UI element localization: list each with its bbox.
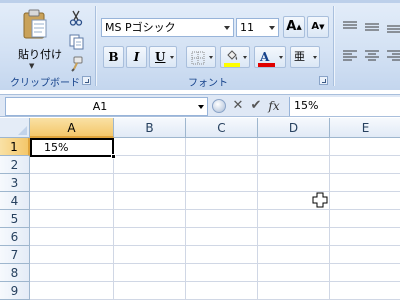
select-all-corner[interactable] [0,118,30,138]
underline-button[interactable]: U [149,46,177,68]
enter-check-icon[interactable]: ✔ [248,97,264,115]
row-header-8[interactable]: 8 [0,264,30,282]
borders-button[interactable] [186,46,216,68]
arrow-up-icon: ▲ [296,23,302,31]
ribbon-top-border [0,0,400,3]
phonetic-guide-button[interactable]: 亜 [290,46,320,68]
grow-font-label: A [286,19,297,34]
row-gridline [30,191,400,192]
chevron-down-icon[interactable] [243,56,247,59]
cut-icon[interactable] [68,10,84,26]
fill-color-swatch [224,63,240,67]
align-center-icon[interactable] [363,48,381,64]
column-header-a[interactable]: A [30,118,114,138]
clipboard-group-label: クリップボード [10,78,80,89]
copy-icon[interactable] [68,34,84,50]
align-top-icon[interactable] [341,19,359,35]
row-gridline [30,173,400,174]
clipboard-icon [23,9,47,39]
row-header-2[interactable]: 2 [0,156,30,174]
font-color-label: A [260,50,270,64]
align-right-icon[interactable] [385,48,400,64]
insert-function-button[interactable]: fx [266,97,282,115]
align-bottom-icon[interactable] [385,19,400,35]
italic-button[interactable]: I [126,46,147,68]
column-gridline [257,138,258,300]
font-group-label: フォント [188,78,228,89]
column-gridline [329,138,330,300]
font-dialog-launcher[interactable] [319,76,328,85]
clipboard-dialog-launcher[interactable] [82,76,91,85]
row-gridline [30,209,400,210]
row-header-1[interactable]: 1 [0,138,30,156]
row-gridline [30,245,400,246]
formula-value: 15% [294,99,319,112]
shrink-font-label: A [311,21,320,32]
font-color-button[interactable]: A [254,46,286,68]
paste-dropdown-arrow[interactable]: ▼ [29,62,34,70]
font-size-box[interactable]: 11 [236,18,279,37]
chevron-down-icon[interactable] [269,26,275,30]
chevron-down-icon[interactable] [224,26,230,30]
row-header-5[interactable]: 5 [0,210,30,228]
borders-icon [191,51,205,65]
name-box-value: A1 [92,100,108,113]
formula-input[interactable]: 15% [289,97,400,116]
row-header-3[interactable]: 3 [0,174,30,192]
ribbon: 貼り付け ▼ クリップボード MS Pゴシック 11 A▲ A▼ B I U A… [0,0,400,90]
row-header-7[interactable]: 7 [0,246,30,264]
active-cell[interactable]: 15% [30,138,114,157]
paint-bucket-icon [227,50,238,60]
paste-button[interactable]: 貼り付け ▼ [8,6,62,70]
formula-bar: A1 ✕ ✔ fx 15% [0,94,400,117]
row-gridline [30,263,400,264]
group-separator [95,6,96,86]
chevron-down-icon[interactable] [170,56,174,59]
row-gridline [30,227,400,228]
chevron-down-icon[interactable] [279,56,283,59]
column-header-e[interactable]: E [330,118,400,138]
font-name-box[interactable]: MS Pゴシック [101,18,234,37]
align-left-icon[interactable] [341,48,359,64]
italic-label: I [133,50,140,64]
name-box[interactable]: A1 [5,97,208,116]
chevron-down-icon[interactable] [198,105,204,109]
column-header-c[interactable]: C [186,118,258,138]
chevron-down-icon[interactable] [209,56,213,59]
column-header-d[interactable]: D [258,118,330,138]
cancel-icon[interactable]: ✕ [230,97,246,115]
worksheet-grid[interactable]: ABCDE 123456789 15% [0,118,400,300]
phonetic-guide-label: 亜 [294,50,305,63]
column-gridline [185,138,186,300]
bold-button[interactable]: B [103,46,124,68]
font-color-swatch [258,63,275,67]
column-gridline [113,138,114,300]
align-middle-icon[interactable] [363,19,381,35]
fill-handle[interactable] [111,154,116,159]
grow-font-button[interactable]: A▲ [283,16,305,38]
shrink-font-button[interactable]: A▼ [307,16,329,38]
cell-value: 15% [44,141,69,154]
chevron-down-icon[interactable] [313,56,317,59]
fill-color-button[interactable] [220,46,250,68]
font-size-value: 11 [240,21,254,34]
row-gridline [30,281,400,282]
cell-select-cursor-icon [312,192,328,208]
bold-label: B [108,50,119,64]
row-header-4[interactable]: 4 [0,192,30,210]
row-header-6[interactable]: 6 [0,228,30,246]
arrow-down-icon: ▼ [319,23,325,31]
font-name-value: MS Pゴシック [105,21,176,34]
paste-label: 貼り付け [18,48,62,61]
format-painter-icon[interactable] [68,56,84,72]
group-separator [333,6,334,86]
underline-label: U [155,50,166,64]
column-header-b[interactable]: B [114,118,186,138]
formula-bar-resize-handle[interactable] [212,99,226,113]
row-header-9[interactable]: 9 [0,282,30,300]
